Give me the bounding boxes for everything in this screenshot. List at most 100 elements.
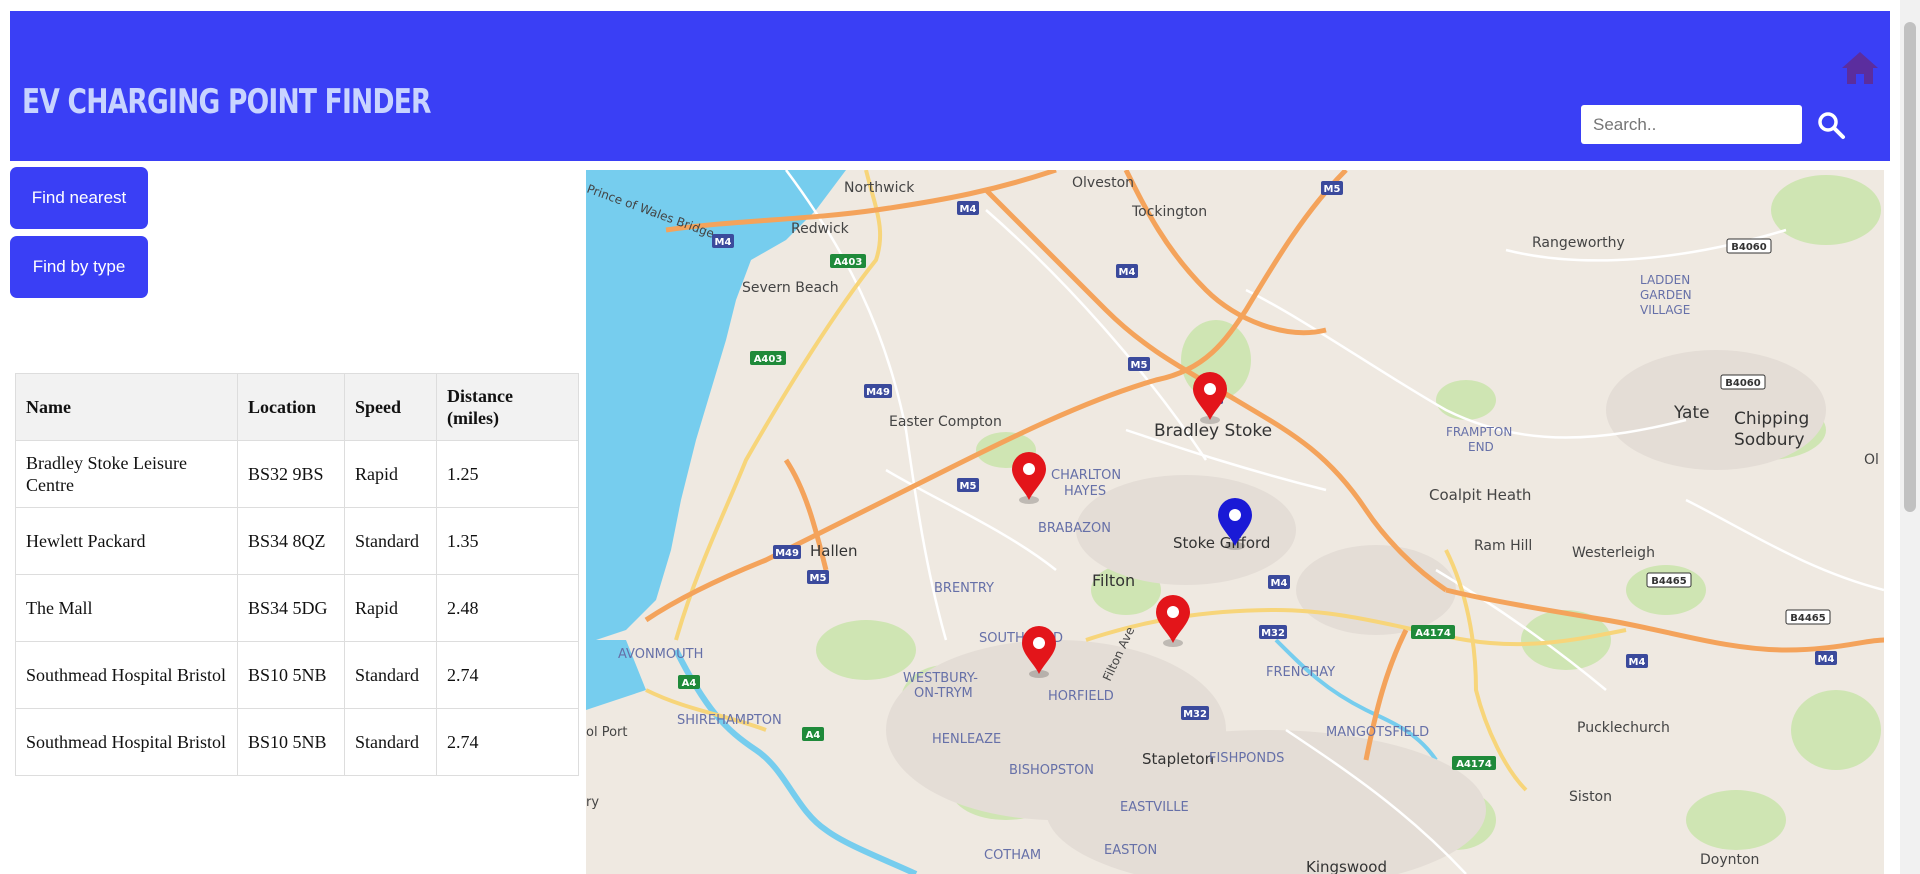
place-label: BRABAZON	[1038, 521, 1111, 536]
cell-name: Southmead Hospital Bristol	[15, 708, 238, 776]
road-shield-m5: M5	[807, 570, 829, 584]
cell-speed: Standard	[344, 507, 437, 575]
place-label: Filton	[1092, 571, 1135, 590]
place-label: LADDEN	[1640, 273, 1690, 287]
place-label: COTHAM	[984, 848, 1041, 863]
place-label: Tockington	[1131, 204, 1207, 220]
place-label: END	[1468, 440, 1494, 454]
road-shield-label: M32	[1261, 628, 1285, 639]
home-icon[interactable]	[1840, 50, 1880, 86]
place-label: Kingswood	[1306, 858, 1387, 874]
road-shield-label: M5	[1131, 360, 1148, 371]
road-shield-m4: M4	[1626, 654, 1648, 668]
road-shield-label: B4465	[1790, 613, 1825, 624]
road-shield-m4: M4	[1815, 651, 1837, 665]
table-row[interactable]: Hewlett Packard BS34 8QZ Standard 1.35	[15, 507, 579, 575]
road-shield-m32: M32	[1181, 706, 1209, 720]
table-row[interactable]: Bradley Stoke Leisure Centre BS32 9BS Ra…	[15, 440, 579, 508]
site-title: EV Charging Point Finder	[22, 82, 431, 122]
place-label: Severn Beach	[742, 280, 839, 296]
place-label: Coalpit Heath	[1429, 486, 1531, 504]
place-label: Ol	[1864, 452, 1879, 468]
place-label: HORFIELD	[1048, 689, 1114, 704]
column-header-distance: Distance (miles)	[436, 373, 579, 441]
place-label: Westerleigh	[1572, 545, 1655, 561]
place-label: WESTBURY-	[903, 671, 978, 686]
road-shield-label: A4	[682, 678, 697, 689]
road-shield-a4174: A4174	[1452, 756, 1496, 770]
find-nearest-button[interactable]: Find nearest	[10, 167, 148, 229]
road-shield-label: M4	[1271, 578, 1288, 589]
road-shield-m4: M4	[1268, 575, 1290, 589]
column-header-name: Name	[15, 373, 238, 441]
place-label: Bradley Stoke	[1154, 421, 1272, 441]
road-shield-m49: M49	[864, 384, 892, 398]
road-shield-b4060: B4060	[1720, 374, 1766, 390]
place-label: ry	[586, 795, 599, 810]
place-label: CHARLTON	[1051, 468, 1121, 483]
road-shield-m5: M5	[957, 478, 979, 492]
place-label: Easter Compton	[889, 414, 1002, 430]
road-shield-label: M4	[1629, 657, 1646, 668]
place-label: Chipping	[1734, 409, 1809, 429]
road-shield-b4060: B4060	[1726, 238, 1772, 254]
place-label: Stapleton	[1142, 750, 1214, 768]
road-shield-a4: A4	[678, 675, 700, 689]
table-row[interactable]: The Mall BS34 5DG Rapid 2.48	[15, 574, 579, 642]
place-label: Siston	[1569, 789, 1612, 805]
road-shield-m4: M4	[1116, 264, 1138, 278]
cell-distance: 1.25	[436, 440, 579, 508]
scrollbar-thumb[interactable]	[1904, 22, 1916, 512]
find-by-type-button[interactable]: Find by type	[10, 236, 148, 298]
cell-speed: Rapid	[344, 440, 437, 508]
road-shield-label: B4060	[1731, 242, 1766, 253]
road-shield-label: M49	[866, 387, 890, 398]
place-label: BRENTRY	[934, 581, 994, 596]
cell-speed: Standard	[344, 641, 437, 709]
cell-location: BS10 5NB	[237, 641, 345, 709]
road-shield-label: M5	[810, 573, 827, 584]
table-row[interactable]: Southmead Hospital Bristol BS10 5NB Stan…	[15, 708, 579, 776]
site-header: EV Charging Point Finder	[10, 11, 1890, 161]
place-label: Rangeworthy	[1532, 235, 1625, 251]
search-icon[interactable]	[1816, 110, 1846, 140]
road-shield-label: A4	[806, 730, 821, 741]
road-shield-label: M32	[1183, 709, 1207, 720]
search-input[interactable]	[1581, 105, 1802, 144]
cell-name: The Mall	[15, 574, 238, 642]
road-shield-a403: A403	[830, 254, 866, 268]
road-shield-m4: M4	[712, 234, 734, 248]
place-label: Yate	[1673, 403, 1710, 423]
place-label: SHIREHAMPTON	[677, 713, 782, 728]
cell-distance: 2.74	[436, 708, 579, 776]
cell-name: Bradley Stoke Leisure Centre	[15, 440, 238, 508]
place-label: HENLEAZE	[932, 732, 1001, 747]
road-shield-m49: M49	[773, 545, 801, 559]
road-shield-m5: M5	[1321, 181, 1343, 195]
road-shield-a4: A4	[802, 727, 824, 741]
road-shield-label: A403	[834, 257, 863, 268]
road-shield-label: M4	[715, 237, 732, 248]
road-shield-label: M5	[960, 481, 977, 492]
road-shield-label: A403	[754, 354, 783, 365]
cell-name: Hewlett Packard	[15, 507, 238, 575]
map[interactable]: M4 M4 M5 A403 A403 M4 M5 M49 M4 M5 M49 M…	[586, 170, 1884, 874]
page-scrollbar[interactable]	[1900, 0, 1920, 874]
road-shield-label: M4	[1119, 267, 1136, 278]
place-label: EASTVILLE	[1120, 800, 1189, 815]
road-shield-label: B4060	[1725, 378, 1760, 389]
cell-distance: 2.48	[436, 574, 579, 642]
road-shield-label: M4	[1818, 654, 1835, 665]
table-row[interactable]: Southmead Hospital Bristol BS10 5NB Stan…	[15, 641, 579, 709]
map-canvas[interactable]: M4 M4 M5 A403 A403 M4 M5 M49 M4 M5 M49 M…	[586, 170, 1884, 874]
road-shield-m5: M5	[1128, 357, 1150, 371]
road-shield-label: M4	[960, 204, 977, 215]
place-label: MANGOTSFIELD	[1326, 725, 1429, 740]
cell-location: BS32 9BS	[237, 440, 345, 508]
place-label: FISHPONDS	[1209, 751, 1284, 766]
place-label: HAYES	[1064, 484, 1106, 499]
place-label: Pucklechurch	[1577, 720, 1670, 736]
road-shield-label: B4465	[1651, 576, 1686, 587]
cell-location: BS34 8QZ	[237, 507, 345, 575]
column-header-location: Location	[237, 373, 345, 441]
